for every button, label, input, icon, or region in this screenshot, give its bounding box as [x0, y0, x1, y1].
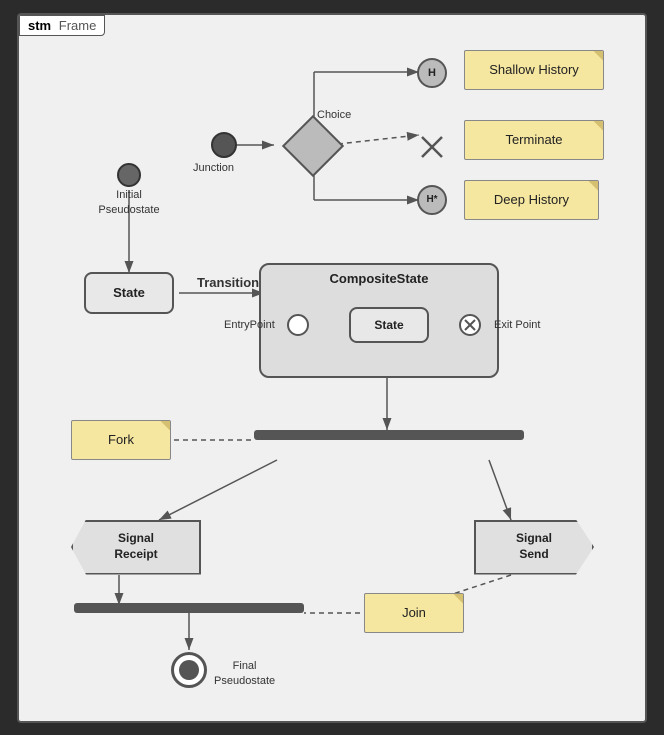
deep-history-note: Deep History — [464, 180, 599, 220]
entry-point-node — [287, 314, 309, 336]
signal-send-node: Signal Send — [474, 520, 594, 575]
arrow-to-terminate — [329, 135, 419, 145]
signal-receipt-node: Signal Receipt — [71, 520, 201, 575]
transition-label: Transition — [197, 275, 259, 290]
final-pseudostate-wrapper — [171, 652, 207, 688]
composite-state-title: CompositeState — [261, 271, 497, 286]
signal-receipt-label: Signal Receipt — [114, 531, 157, 562]
shallow-history-label: Shallow History — [489, 62, 579, 77]
fork-label: Fork — [108, 432, 134, 447]
exit-point-label: Exit Point — [494, 317, 540, 331]
signal-receipt-wrapper: Signal Receipt — [71, 520, 201, 575]
arrow-fork-to-signal-receipt — [159, 460, 277, 520]
signal-send-label: Signal Send — [516, 531, 552, 562]
join-note: Join — [364, 593, 464, 633]
exit-point-node — [459, 314, 481, 336]
choice-diamond — [282, 114, 344, 176]
terminate-x-icon — [418, 133, 446, 161]
exit-x-icon — [463, 318, 477, 332]
entry-point-label: EntryPoint — [224, 317, 275, 331]
join-bar — [74, 603, 304, 613]
final-inner-dot — [179, 660, 199, 680]
deep-history-circle: H* — [417, 185, 447, 215]
inner-state-box: State — [349, 307, 429, 343]
choice-label: Choice — [317, 107, 351, 121]
choice-node-wrapper — [287, 120, 339, 172]
initial-pseudostate-label: Initial Pseudostate — [89, 187, 169, 218]
deep-history-label: Deep History — [494, 192, 569, 207]
composite-state-box: CompositeState State — [259, 263, 499, 378]
final-outer-ring — [171, 652, 207, 688]
shallow-history-note: Shallow History — [464, 50, 604, 90]
terminate-label: Terminate — [505, 132, 562, 147]
terminate-symbol — [417, 132, 447, 162]
signal-send-wrapper: Signal Send — [474, 520, 594, 575]
junction-label: Junction — [193, 160, 234, 174]
fork-bar — [254, 430, 524, 440]
junction-node — [211, 132, 237, 158]
diagram-container: stm Frame — [17, 13, 647, 723]
final-pseudostate-label: Final Pseudostate — [214, 658, 275, 689]
arrow-fork-to-signal-send — [489, 460, 511, 520]
state-label: State — [113, 285, 145, 300]
shallow-history-circle: H — [417, 58, 447, 88]
initial-pseudostate-node — [117, 163, 141, 187]
join-label: Join — [402, 605, 426, 620]
terminate-note: Terminate — [464, 120, 604, 160]
state-box: State — [84, 272, 174, 314]
fork-note: Fork — [71, 420, 171, 460]
inner-state-label: State — [374, 318, 403, 332]
